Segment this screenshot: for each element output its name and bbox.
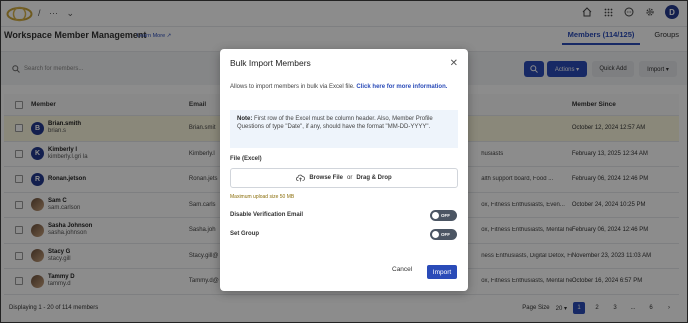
drag-drop-label: Drag & Drop	[356, 175, 392, 181]
more-info-link[interactable]: Click here for more information.	[356, 84, 447, 90]
disable-email-label: Disable Verification Email	[230, 212, 304, 218]
import-submit-button[interactable]: Import	[427, 265, 457, 279]
file-label: File (Excel)	[230, 156, 262, 162]
upload-cloud-icon	[296, 174, 306, 182]
toggle-knob	[432, 231, 439, 238]
upload-size-hint: Maximum upload size 50 MB	[230, 194, 295, 200]
set-group-toggle[interactable]: OFF	[430, 229, 457, 240]
dialog-intro: Allows to import members in bulk via Exc…	[230, 83, 458, 91]
toggle-knob	[432, 212, 439, 219]
bulk-import-dialog: Bulk Import Members ✕ Allows to import m…	[220, 49, 468, 291]
toggle-state: OFF	[441, 232, 450, 237]
file-dropzone[interactable]: Browse File or Drag & Drop	[230, 168, 458, 188]
note-text: First row of the Excel must be column he…	[237, 116, 433, 130]
or-label: or	[347, 175, 353, 181]
close-icon[interactable]: ✕	[450, 59, 458, 69]
cancel-button[interactable]: Cancel	[392, 266, 412, 273]
note-label: Note:	[237, 116, 253, 122]
dialog-title: Bulk Import Members	[230, 58, 311, 68]
format-note: Note: First row of the Excel must be col…	[230, 110, 458, 148]
browse-file-label: Browse File	[309, 175, 343, 181]
set-group-label: Set Group	[230, 231, 260, 237]
app-window: / ··· ⌄ D Workspace Member Management Le…	[0, 0, 688, 323]
toggle-state: OFF	[441, 213, 450, 218]
intro-text: Allows to import members in bulk via Exc…	[230, 84, 355, 90]
disable-email-toggle[interactable]: OFF	[430, 210, 457, 221]
